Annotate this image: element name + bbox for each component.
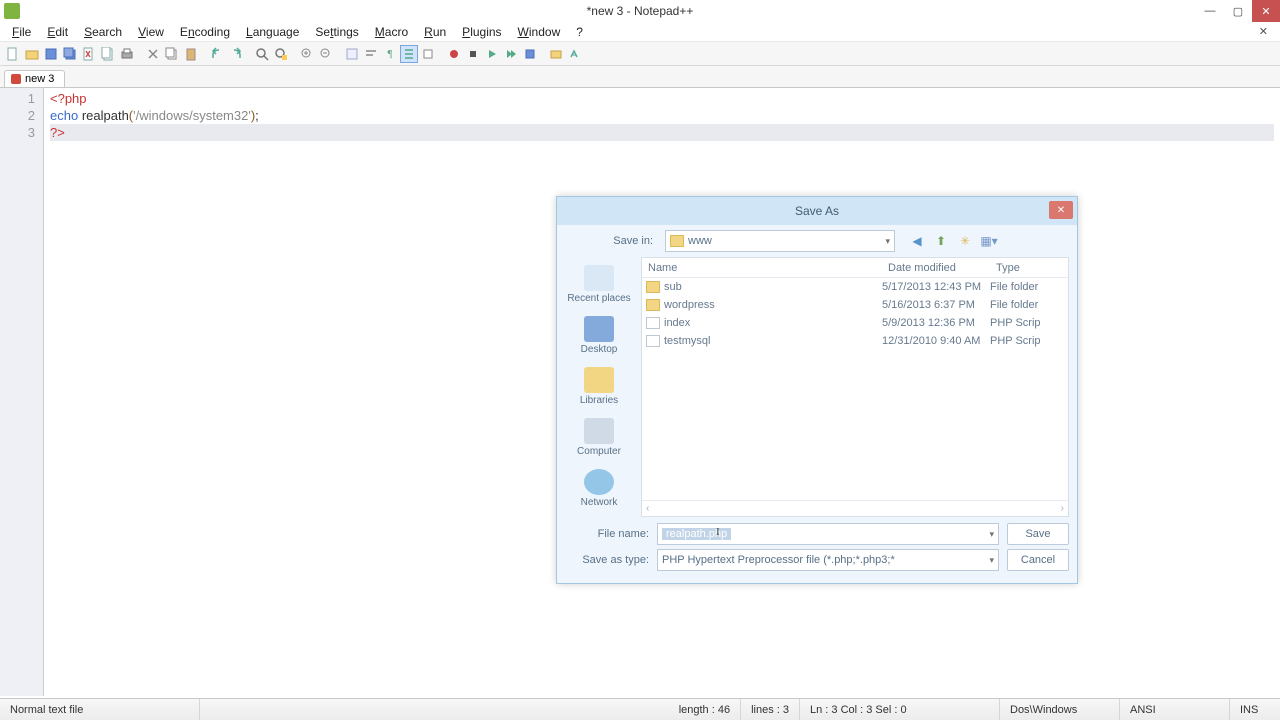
cut-icon[interactable] bbox=[144, 45, 162, 63]
up-icon[interactable]: ⬆ bbox=[931, 231, 951, 251]
status-filetype: Normal text file bbox=[0, 699, 200, 720]
savetype-label: Save as type: bbox=[565, 554, 649, 566]
place-recent[interactable]: Recent places bbox=[557, 259, 641, 310]
toolbar: ¶ bbox=[0, 42, 1280, 66]
record-macro-icon[interactable] bbox=[445, 45, 463, 63]
status-eol: Dos\Windows bbox=[1000, 699, 1120, 720]
close-doc-icon[interactable] bbox=[80, 45, 98, 63]
place-desktop[interactable]: Desktop bbox=[557, 310, 641, 361]
line-gutter: 1 2 3 bbox=[0, 88, 44, 696]
show-symbol-icon[interactable]: ¶ bbox=[381, 45, 399, 63]
app-icon bbox=[4, 3, 20, 19]
zoom-out-icon[interactable] bbox=[317, 45, 335, 63]
wordwrap-icon[interactable] bbox=[362, 45, 380, 63]
place-libraries[interactable]: Libraries bbox=[557, 361, 641, 412]
viewmenu-icon[interactable]: ▦▾ bbox=[979, 231, 999, 251]
menubar: File Edit Search View Encoding Language … bbox=[0, 22, 1280, 42]
filename-input[interactable]: realpath.php I ▾ bbox=[657, 523, 999, 545]
stop-macro-icon[interactable] bbox=[464, 45, 482, 63]
replace-icon[interactable] bbox=[272, 45, 290, 63]
redo-icon[interactable] bbox=[227, 45, 245, 63]
text-cursor-icon: I bbox=[716, 526, 718, 542]
folder-icon bbox=[646, 299, 660, 311]
status-pos: Ln : 3 Col : 3 Sel : 0 bbox=[800, 699, 1000, 720]
save-icon[interactable] bbox=[42, 45, 60, 63]
chevron-down-icon: ▾ bbox=[885, 236, 890, 247]
dialog-title: Save As ✕ bbox=[557, 197, 1077, 225]
status-lines: lines : 3 bbox=[741, 699, 800, 720]
status-enc: ANSI bbox=[1120, 699, 1230, 720]
play-multi-icon[interactable] bbox=[502, 45, 520, 63]
filename-label: File name: bbox=[565, 528, 649, 540]
tab-label: new 3 bbox=[25, 73, 54, 85]
menu-search[interactable]: Search bbox=[76, 23, 130, 41]
unsaved-dot-icon bbox=[11, 74, 21, 84]
file-row[interactable]: testmysql12/31/2010 9:40 AMPHP Scrip bbox=[642, 332, 1068, 350]
place-network[interactable]: Network bbox=[557, 463, 641, 514]
file-row[interactable]: wordpress5/16/2013 6:37 PMFile folder bbox=[642, 296, 1068, 314]
folder-icon bbox=[646, 281, 660, 293]
file-icon bbox=[646, 335, 660, 347]
menu-macro[interactable]: Macro bbox=[367, 23, 416, 41]
statusbar: Normal text file length : 46 lines : 3 L… bbox=[0, 698, 1280, 720]
menu-window[interactable]: Window bbox=[510, 23, 569, 41]
document-close-icon[interactable]: ✕ bbox=[1251, 23, 1276, 40]
places-bar: Recent places Desktop Libraries Computer… bbox=[557, 257, 641, 517]
play-macro-icon[interactable] bbox=[483, 45, 501, 63]
menu-language[interactable]: Language bbox=[238, 23, 307, 41]
window-title: *new 3 - Notepad++ bbox=[587, 4, 694, 18]
tab-bar: new 3 bbox=[0, 66, 1280, 88]
horizontal-scrollbar[interactable]: ‹› bbox=[642, 500, 1068, 516]
status-ins: INS bbox=[1230, 699, 1280, 720]
minimize-button[interactable]: — bbox=[1196, 0, 1224, 22]
file-list-header[interactable]: Name Date modified Type bbox=[642, 258, 1068, 278]
savein-label: Save in: bbox=[565, 235, 653, 247]
place-computer[interactable]: Computer bbox=[557, 412, 641, 463]
print-icon[interactable] bbox=[118, 45, 136, 63]
menu-plugins[interactable]: Plugins bbox=[454, 23, 509, 41]
file-row[interactable]: index5/9/2013 12:36 PMPHP Scrip bbox=[642, 314, 1068, 332]
menu-run[interactable]: Run bbox=[416, 23, 454, 41]
close-button[interactable]: ✕ bbox=[1252, 0, 1280, 22]
chevron-down-icon: ▾ bbox=[989, 529, 994, 540]
copy-icon[interactable] bbox=[163, 45, 181, 63]
cancel-button[interactable]: Cancel bbox=[1007, 549, 1069, 571]
file-row[interactable]: sub5/17/2013 12:43 PMFile folder bbox=[642, 278, 1068, 296]
open-icon[interactable] bbox=[23, 45, 41, 63]
tab-new3[interactable]: new 3 bbox=[4, 70, 65, 87]
folder-margin-icon[interactable] bbox=[419, 45, 437, 63]
file-list[interactable]: Name Date modified Type sub5/17/2013 12:… bbox=[641, 257, 1069, 517]
new-icon[interactable] bbox=[4, 45, 22, 63]
status-length: length : 46 bbox=[669, 699, 741, 720]
zoom-in-icon[interactable] bbox=[298, 45, 316, 63]
save-as-dialog: Save As ✕ Save in: www ▾ ◀ ⬆ ✳ ▦▾ Recent… bbox=[556, 196, 1078, 584]
save-button[interactable]: Save bbox=[1007, 523, 1069, 545]
menu-view[interactable]: View bbox=[130, 23, 172, 41]
maximize-button[interactable]: ▢ bbox=[1224, 0, 1252, 22]
savein-combo[interactable]: www ▾ bbox=[665, 230, 895, 252]
menu-settings[interactable]: Settings bbox=[307, 23, 366, 41]
indent-guide-icon[interactable] bbox=[400, 45, 418, 63]
menu-encoding[interactable]: Encoding bbox=[172, 23, 238, 41]
menu-file[interactable]: File bbox=[4, 23, 39, 41]
close-all-icon[interactable] bbox=[99, 45, 117, 63]
window-titlebar: *new 3 - Notepad++ — ▢ ✕ bbox=[0, 0, 1280, 22]
dialog-close-button[interactable]: ✕ bbox=[1049, 201, 1073, 219]
chevron-down-icon: ▾ bbox=[989, 555, 994, 566]
find-icon[interactable] bbox=[253, 45, 271, 63]
save-macro-icon[interactable] bbox=[521, 45, 539, 63]
sync-v-icon[interactable] bbox=[343, 45, 361, 63]
undo-icon[interactable] bbox=[208, 45, 226, 63]
compare-icon[interactable] bbox=[547, 45, 565, 63]
folder-icon bbox=[670, 235, 684, 247]
savetype-combo[interactable]: PHP Hypertext Preprocessor file (*.php;*… bbox=[657, 549, 999, 571]
save-all-icon[interactable] bbox=[61, 45, 79, 63]
file-icon bbox=[646, 317, 660, 329]
menu-help[interactable]: ? bbox=[568, 23, 591, 41]
newfolder-icon[interactable]: ✳ bbox=[955, 231, 975, 251]
paste-icon[interactable] bbox=[182, 45, 200, 63]
spell-icon[interactable] bbox=[566, 45, 584, 63]
back-icon[interactable]: ◀ bbox=[907, 231, 927, 251]
menu-edit[interactable]: Edit bbox=[39, 23, 76, 41]
